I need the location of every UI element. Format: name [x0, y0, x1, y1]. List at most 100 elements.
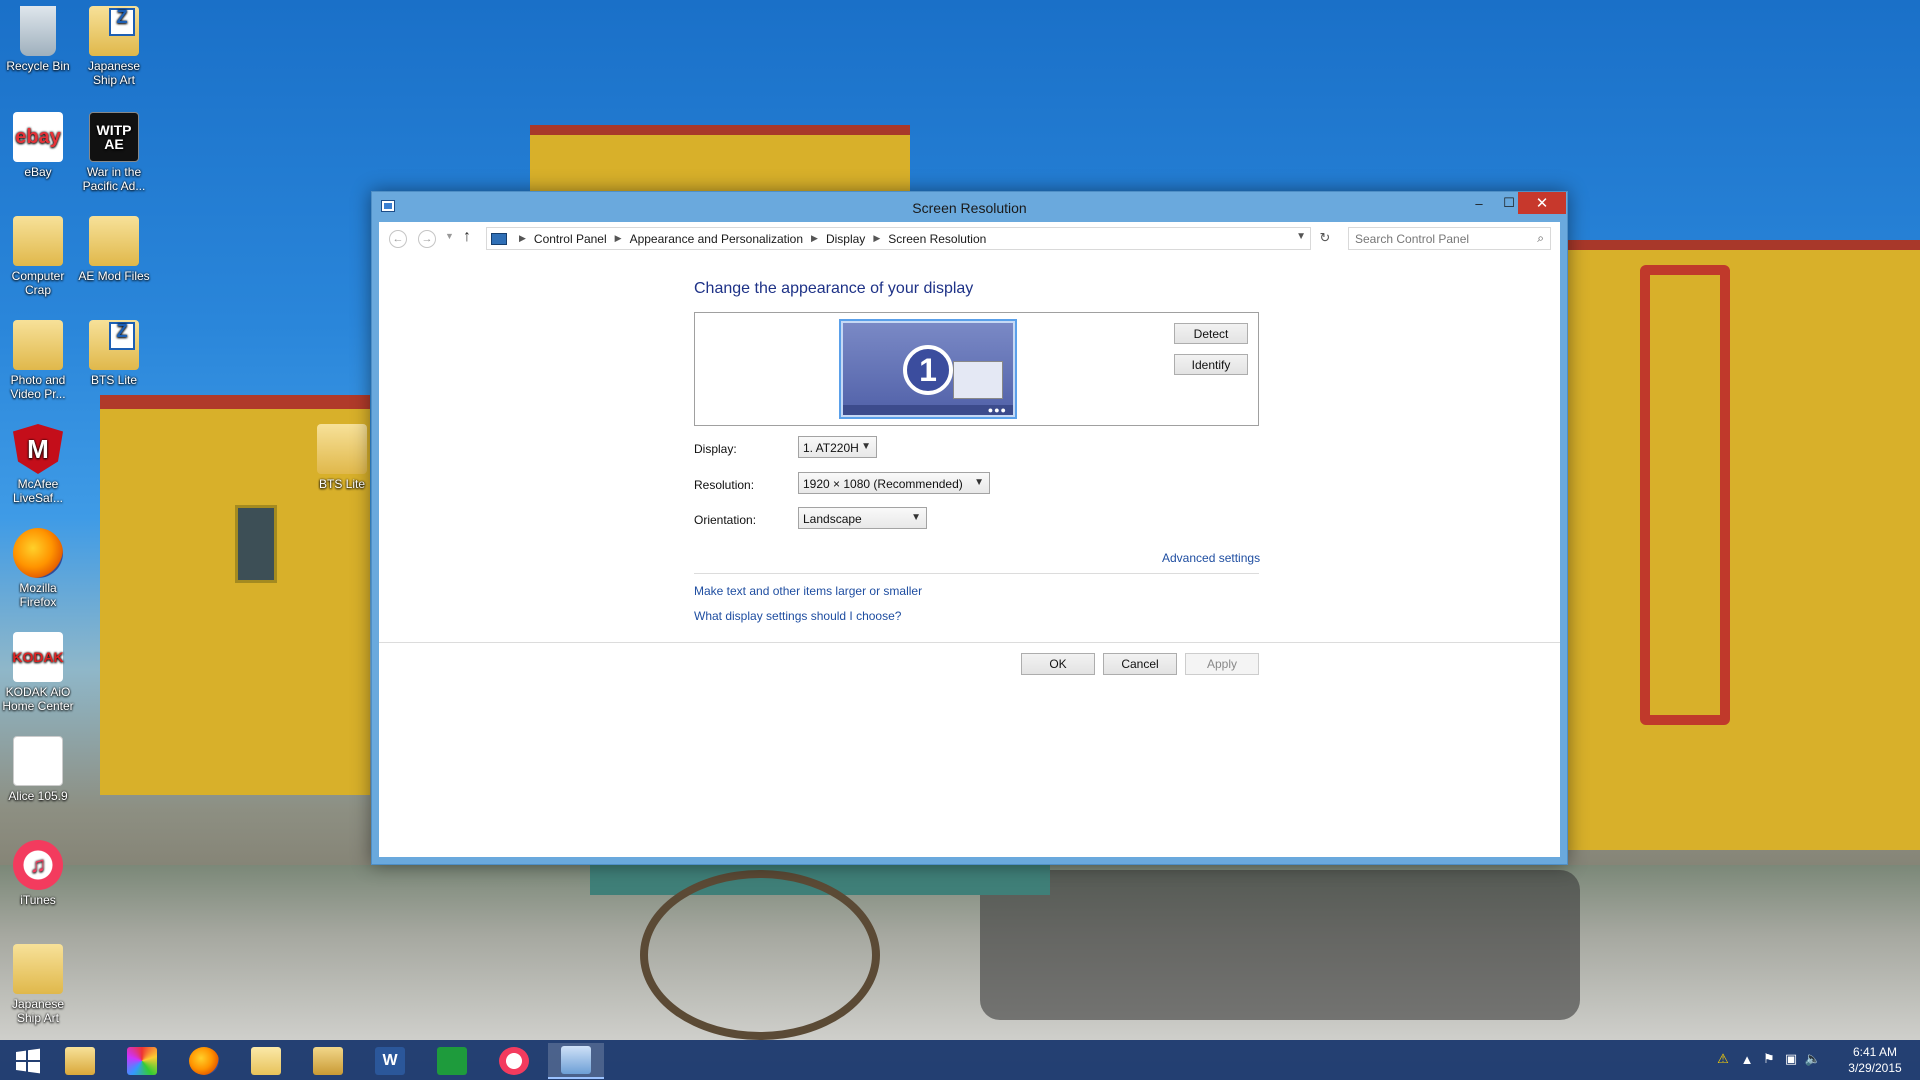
refresh-icon[interactable]: ↻: [1315, 228, 1335, 248]
wallpaper-wheel: [640, 870, 880, 1040]
display-select[interactable]: 1. AT220H ▼: [798, 436, 877, 458]
desktop-icon-war-in-the-pacific[interactable]: WITP AE War in the Pacific Ad...: [76, 108, 152, 193]
search-input[interactable]: Search Control Panel ⌕: [1348, 227, 1551, 250]
desktop-icon-bts-lite-folder[interactable]: BTS Lite: [304, 420, 380, 491]
monitor-1-thumbnail[interactable]: 1 ●●●: [839, 319, 1017, 419]
taskbar-folder[interactable]: [238, 1043, 294, 1079]
window-title: Screen Resolution: [912, 200, 1027, 216]
desktop-icon-mcafee[interactable]: M McAfee LiveSaf...: [0, 420, 76, 505]
ebay-icon: ebay: [13, 112, 63, 162]
taskbar: W ⚠ ▲ ⚑ ▣ 🔈 6:41 AM 3/29/2015: [0, 1040, 1920, 1080]
breadcrumb-display[interactable]: Display ▶: [826, 232, 888, 246]
back-arrow-icon[interactable]: ←: [389, 230, 407, 248]
orientation-label: Orientation:: [694, 513, 757, 527]
desktop-icon-itunes[interactable]: ♫ iTunes: [0, 836, 76, 907]
taskbar-photo-app[interactable]: [114, 1043, 170, 1079]
recent-locations-chevron-icon[interactable]: ▼: [445, 231, 454, 241]
cancel-button[interactable]: Cancel: [1103, 653, 1177, 675]
desktop-icon-japanese-ship-art[interactable]: Japanese Ship Art: [76, 2, 152, 87]
start-button[interactable]: [0, 1043, 56, 1079]
resolution-select-value: 1920 × 1080 (Recommended): [803, 477, 963, 491]
desktop-icon-label: Alice 105.9: [8, 789, 68, 803]
desktop-icon-label: BTS Lite: [90, 373, 138, 387]
desktop-icon-alice[interactable]: Alice 105.9: [0, 732, 76, 803]
desktop-icon-ae-mod-files[interactable]: AE Mod Files: [76, 212, 152, 283]
desktop-icon-label: Mozilla Firefox: [19, 581, 57, 609]
address-bar[interactable]: ▶ Control Panel ▶ Appearance and Personal…: [486, 227, 1311, 250]
desktop-icon-label: BTS Lite: [318, 477, 366, 491]
detect-button[interactable]: Detect: [1174, 323, 1248, 344]
display-select-value: 1. AT220H: [803, 441, 859, 455]
taskbar-file-explorer[interactable]: [52, 1043, 108, 1079]
archive-folder-icon: [89, 320, 139, 370]
wallpaper-right-car: [1568, 250, 1920, 850]
desktop-icon-label: Photo and Video Pr...: [10, 373, 66, 401]
folder-shortcut-icon: [13, 320, 63, 370]
recycle-bin-icon: [20, 6, 56, 56]
taskbar-store[interactable]: [424, 1043, 480, 1079]
control-panel-icon: [561, 1046, 591, 1074]
desktop-icon-label: Japanese Ship Art: [87, 59, 141, 87]
window-content: ← → ▼ ↑ ▶ Control Panel ▶ Appearance and …: [379, 222, 1560, 857]
taskbar-firefox[interactable]: [176, 1043, 232, 1079]
display-settings-help-link[interactable]: What display settings should I choose?: [694, 609, 901, 623]
page-title: Change the appearance of your display: [694, 280, 974, 297]
monitor-number-badge: 1: [903, 345, 953, 395]
folder-icon: [317, 424, 367, 474]
clock-date: 3/29/2015: [1848, 1061, 1902, 1075]
warning-icon[interactable]: ⚠: [1714, 1050, 1732, 1068]
orientation-select[interactable]: Landscape ▼: [798, 507, 927, 529]
firefox-icon: [189, 1047, 219, 1075]
wallpaper-caboose-window: [235, 505, 277, 583]
folder-icon: [89, 216, 139, 266]
resolution-select[interactable]: 1920 × 1080 (Recommended) ▼: [798, 472, 990, 494]
show-hidden-icons-chevron-icon[interactable]: ▲: [1738, 1050, 1756, 1068]
clock[interactable]: 6:41 AM 3/29/2015: [1840, 1044, 1910, 1076]
forward-arrow-icon[interactable]: →: [418, 230, 436, 248]
wallpaper-caboose-roof: [530, 125, 910, 195]
search-icon[interactable]: ⌕: [1537, 231, 1544, 246]
folder-icon: [251, 1047, 281, 1075]
search-placeholder: Search Control Panel: [1355, 232, 1470, 246]
desktop-icon-recycle-bin[interactable]: Recycle Bin: [0, 2, 76, 73]
desktop-icon-bts-lite[interactable]: BTS Lite: [76, 316, 152, 387]
action-center-flag-icon[interactable]: ⚑: [1760, 1050, 1778, 1068]
taskbar-word[interactable]: W: [362, 1043, 418, 1079]
itunes-icon: [499, 1047, 529, 1075]
address-dropdown-chevron-icon[interactable]: ▼: [1296, 231, 1306, 242]
title-bar[interactable]: Screen Resolution – ☐ ✕: [372, 192, 1567, 222]
ok-button[interactable]: OK: [1021, 653, 1095, 675]
apply-button[interactable]: Apply: [1185, 653, 1259, 675]
close-button[interactable]: ✕: [1518, 192, 1566, 214]
desktop-icon-photo-and-video[interactable]: Photo and Video Pr...: [0, 316, 76, 401]
up-arrow-icon[interactable]: ↑: [463, 228, 471, 246]
desktop-icon-label: Recycle Bin: [6, 59, 70, 73]
minimize-button[interactable]: –: [1464, 192, 1494, 214]
firefox-icon: [13, 528, 63, 578]
screen-resolution-window[interactable]: Screen Resolution – ☐ ✕ ← → ▼ ↑ ▶ Contro…: [371, 191, 1568, 865]
display-label: Display:: [694, 442, 737, 456]
mcafee-shield-icon: M: [13, 424, 63, 474]
taskbar-explorer-window[interactable]: [300, 1043, 356, 1079]
desktop-icon-kodak[interactable]: KODAK KODAK AiO Home Center: [0, 628, 76, 713]
desktop-icon-japanese-ship-art-2[interactable]: Japanese Ship Art: [0, 940, 76, 1025]
identify-button[interactable]: Identify: [1174, 354, 1248, 375]
desktop-icon-firefox[interactable]: Mozilla Firefox: [0, 524, 76, 609]
network-icon[interactable]: ▣: [1782, 1050, 1800, 1068]
desktop-icon-computer-crap[interactable]: Computer Crap: [0, 212, 76, 297]
desktop-icon-label: Japanese Ship Art: [11, 997, 65, 1025]
desktop-icon-label: McAfee LiveSaf...: [12, 477, 64, 505]
taskbar-itunes[interactable]: [486, 1043, 542, 1079]
breadcrumb-control-panel[interactable]: Control Panel ▶: [534, 232, 630, 246]
file-explorer-icon: [65, 1047, 95, 1075]
desktop-icon-ebay[interactable]: ebay eBay: [0, 108, 76, 179]
volume-icon[interactable]: 🔈: [1804, 1050, 1822, 1068]
resolution-label: Resolution:: [694, 478, 755, 492]
advanced-settings-link[interactable]: Advanced settings: [1162, 551, 1260, 565]
breadcrumb-appearance[interactable]: Appearance and Personalization ▶: [630, 232, 826, 246]
desktop-icon-label: KODAK AiO Home Center: [2, 685, 74, 713]
clock-time: 6:41 AM: [1852, 1045, 1898, 1059]
taskbar-control-panel[interactable]: [548, 1043, 604, 1079]
breadcrumb-screen-resolution[interactable]: Screen Resolution: [888, 232, 986, 246]
text-size-link[interactable]: Make text and other items larger or smal…: [694, 584, 922, 598]
